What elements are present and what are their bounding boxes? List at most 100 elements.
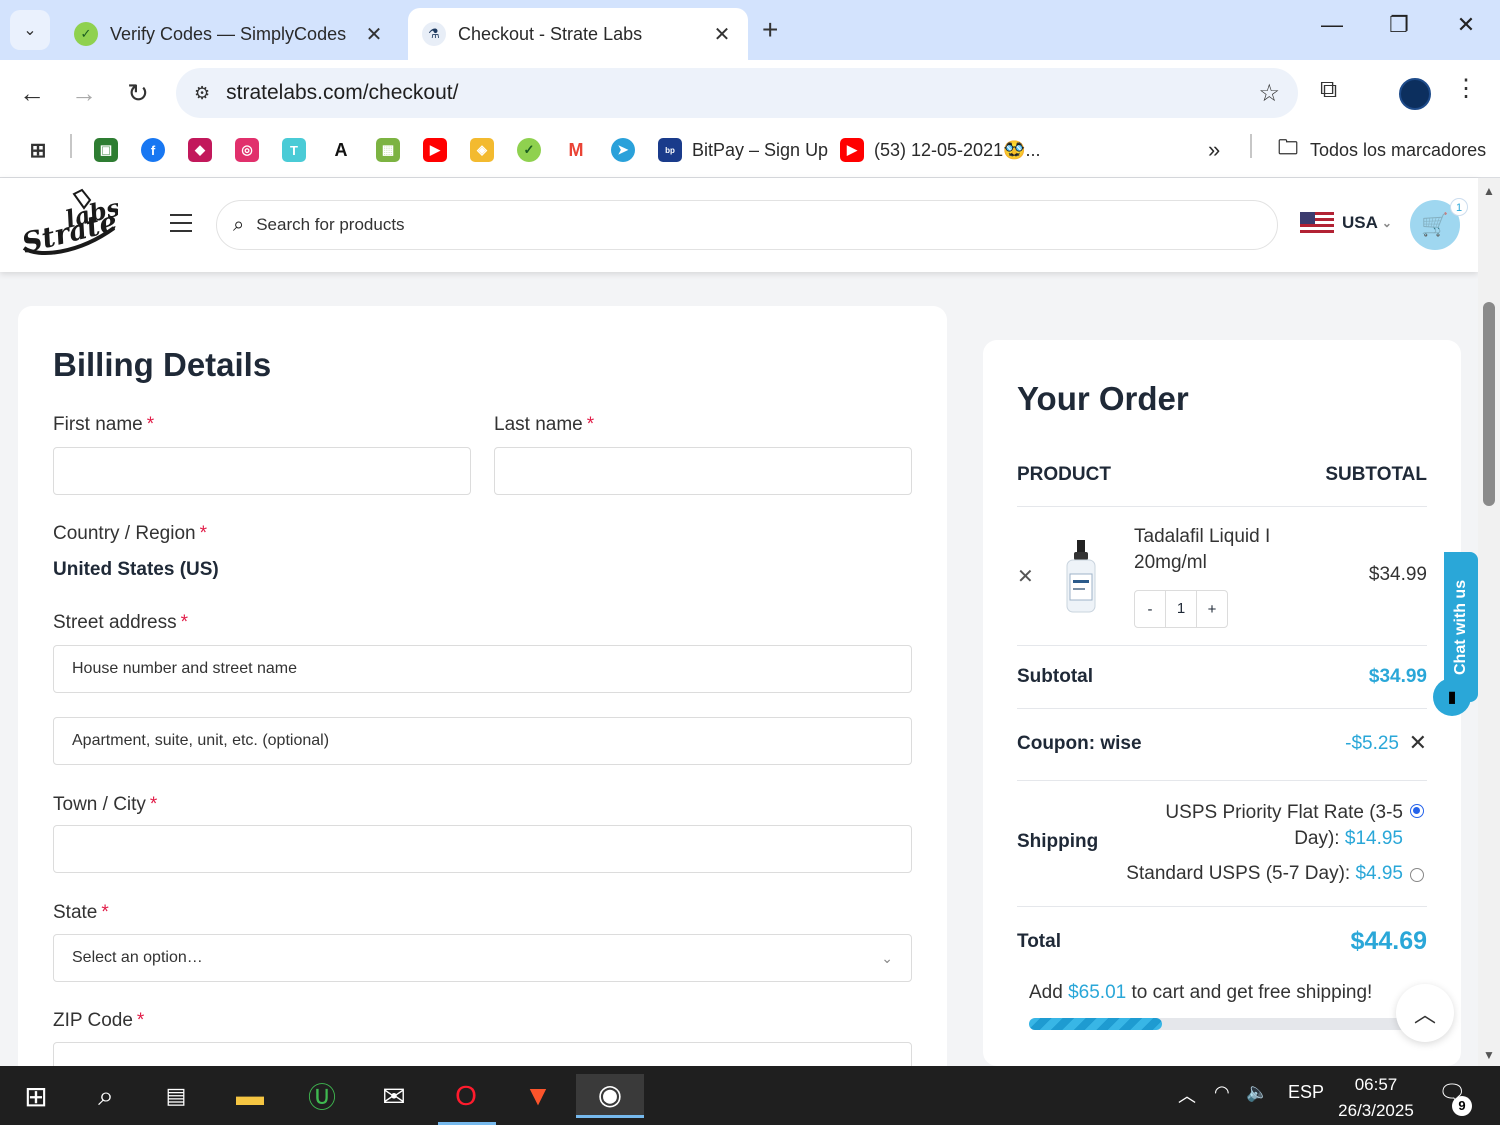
quantity-input[interactable]: 1 (1165, 591, 1197, 627)
hamburger-menu-icon[interactable] (170, 214, 192, 232)
bookmark-cube-icon[interactable]: ◆ (188, 136, 212, 164)
scrollbar-thumb[interactable] (1483, 302, 1495, 506)
scroll-up-arrow-icon[interactable]: ▲ (1483, 184, 1495, 198)
tab-close-icon[interactable]: ✕ (362, 22, 386, 47)
windows-start-icon[interactable]: ⊞ (8, 1074, 64, 1118)
volume-icon[interactable]: 🔈 (1246, 1082, 1268, 1103)
brave-icon[interactable]: ▼ (510, 1074, 566, 1118)
system-clock[interactable]: 06:57 26/3/2025 (1330, 1072, 1422, 1124)
address-bar[interactable]: ⚙ stratelabs.com/checkout/ ☆ (176, 68, 1298, 118)
bookmark-puzzle-icon[interactable]: ▦ (376, 136, 400, 164)
shipping-priority-radio[interactable] (1410, 804, 1424, 818)
folder-icon: 🗀 (1278, 137, 1298, 159)
site-settings-icon[interactable]: ⚙ (194, 83, 210, 104)
us-flag-icon (1300, 212, 1334, 234)
shipping-standard-radio[interactable] (1410, 868, 1424, 882)
chrome-icon[interactable]: ◉ (576, 1074, 644, 1118)
browser-menu-kebab-icon[interactable]: ⋮ (1454, 74, 1478, 103)
item-subtotal: $34.99 (1368, 564, 1427, 585)
street-address-label: Street address * (53, 612, 188, 633)
bookmark-star-icon[interactable]: ☆ (1258, 79, 1280, 108)
apps-grid-icon[interactable]: ⊞ (26, 136, 50, 164)
profile-avatar[interactable] (1399, 78, 1431, 110)
task-view-icon[interactable]: ▤ (148, 1074, 204, 1118)
first-name-label: First name * (53, 414, 155, 435)
search-icon[interactable]: ⌕ (78, 1074, 134, 1118)
site-header: Strate labs ⌕ Search for products USA ⌄ … (0, 178, 1478, 272)
notification-count-badge: 9 (1452, 1096, 1472, 1116)
window-close-icon[interactable]: ✕ (1446, 12, 1486, 38)
shipping-option-priority[interactable]: USPS Priority Flat Rate (3-5 Day): $14.9… (1165, 800, 1403, 852)
url-text[interactable]: stratelabs.com/checkout/ (226, 81, 1258, 105)
show-hidden-icons-chevron-up-icon[interactable]: ︿ (1178, 1082, 1196, 1108)
bookmark-binance-icon[interactable]: ◈ (470, 136, 494, 164)
bookmark-bitpay[interactable]: bp BitPay – Sign Up (658, 136, 828, 164)
scroll-down-arrow-icon[interactable]: ▼ (1483, 1048, 1495, 1062)
bookmark-gmail-icon[interactable]: M (564, 136, 588, 164)
upwork-icon[interactable]: Ⓤ (294, 1074, 350, 1118)
reload-icon[interactable]: ↻ (120, 76, 156, 112)
bookmark-youtube-video[interactable]: ▶ (53) 12-05-2021🥸... (840, 136, 1041, 164)
country-selector[interactable]: USA ⌄ (1300, 212, 1392, 234)
coupon-label: Coupon: wise (1017, 733, 1142, 754)
product-name-line2[interactable]: 20mg/ml (1134, 552, 1207, 574)
bookmark-tplink-icon[interactable]: T (282, 136, 306, 164)
back-arrow-icon[interactable]: ← (14, 76, 50, 112)
tab-title: Verify Codes — SimplyCodes (110, 23, 347, 44)
divider (1017, 780, 1427, 781)
input-language[interactable]: ESP (1288, 1082, 1324, 1103)
minimize-icon[interactable]: — (1312, 12, 1352, 38)
forward-arrow-icon[interactable]: → (66, 76, 102, 112)
bookmark-separator (1250, 134, 1252, 158)
apartment-field[interactable]: Apartment, suite, unit, etc. (optional) (53, 717, 912, 765)
bookmark-facebook-icon[interactable]: f (141, 136, 165, 164)
product-name-line1[interactable]: Tadalafil Liquid I (1134, 526, 1270, 548)
wifi-icon[interactable]: ◠ (1214, 1082, 1230, 1103)
clock-time: 06:57 (1354, 1075, 1398, 1094)
all-bookmarks-folder[interactable]: 🗀 Todos los marcadores (1276, 136, 1486, 164)
product-thumbnail[interactable] (1047, 538, 1119, 616)
quantity-decrease-button[interactable]: - (1135, 601, 1165, 618)
tab-title: Checkout - Strate Labs (458, 23, 643, 44)
subtotal-value: $34.99 (1368, 666, 1427, 687)
strate-labs-logo[interactable]: Strate labs (18, 188, 118, 262)
street-address-field[interactable]: House number and street name (53, 645, 912, 693)
first-name-field[interactable] (53, 447, 471, 495)
quantity-increase-button[interactable]: + (1197, 601, 1227, 618)
restore-icon[interactable]: ❐ (1379, 12, 1419, 38)
tab-close-icon[interactable]: ✕ (710, 22, 734, 47)
bookmark-instagram-icon[interactable]: ◎ (235, 136, 259, 164)
bookmark-simplycodes-icon[interactable]: ✓ (517, 136, 541, 164)
tab-search-chevron-icon[interactable]: ⌄ (10, 10, 50, 50)
mail-icon[interactable]: ✉ (366, 1074, 422, 1118)
shipping-option-standard[interactable]: Standard USPS (5-7 Day): $4.95 (1126, 863, 1403, 885)
file-explorer-icon[interactable]: ▬ (222, 1074, 278, 1118)
remove-item-icon[interactable]: ✕ (1017, 564, 1034, 589)
bookmark-telegram-icon[interactable]: ➤ (611, 136, 635, 164)
state-select[interactable]: Select an option… ⌄ (53, 934, 912, 982)
bookmark-a-icon[interactable]: A (329, 136, 353, 164)
new-tab-plus-icon[interactable]: + (762, 14, 778, 46)
bookmark-google-my-business-icon[interactable]: ▣ (94, 136, 118, 164)
bookmark-youtube-icon[interactable]: ▶ (423, 136, 447, 164)
total-label: Total (1017, 931, 1061, 952)
clock-date: 26/3/2025 (1338, 1101, 1414, 1120)
extensions-puzzle-icon[interactable]: ⧉ (1320, 76, 1337, 104)
product-column-header: PRODUCT (1017, 464, 1111, 485)
opera-icon[interactable]: O (438, 1074, 494, 1118)
tab-verify-codes[interactable]: ✓ Verify Codes — SimplyCodes ✕ (60, 8, 400, 60)
scroll-to-top-chevron-up-icon[interactable]: ︿ (1396, 984, 1454, 1042)
search-input[interactable]: Search for products (256, 215, 404, 235)
town-city-field[interactable] (53, 825, 912, 873)
remove-coupon-icon[interactable]: ✕ (1409, 730, 1427, 756)
page-scrollbar[interactable]: ▲ ▼ (1478, 178, 1500, 1066)
last-name-field[interactable] (494, 447, 912, 495)
free-shipping-message: Add $65.01 to cart and get free shipping… (1029, 982, 1373, 1003)
product-search[interactable]: ⌕ Search for products (216, 200, 1278, 250)
quantity-stepper[interactable]: - 1 + (1134, 590, 1228, 628)
chevron-down-icon: ⌄ (1381, 216, 1392, 230)
tab-checkout[interactable]: ⚗ Checkout - Strate Labs ✕ (408, 8, 748, 60)
chat-bubble-icon[interactable]: ▮ (1433, 678, 1471, 716)
more-bookmarks-chevron-icon[interactable]: » (1208, 136, 1220, 164)
divider (1017, 645, 1427, 646)
